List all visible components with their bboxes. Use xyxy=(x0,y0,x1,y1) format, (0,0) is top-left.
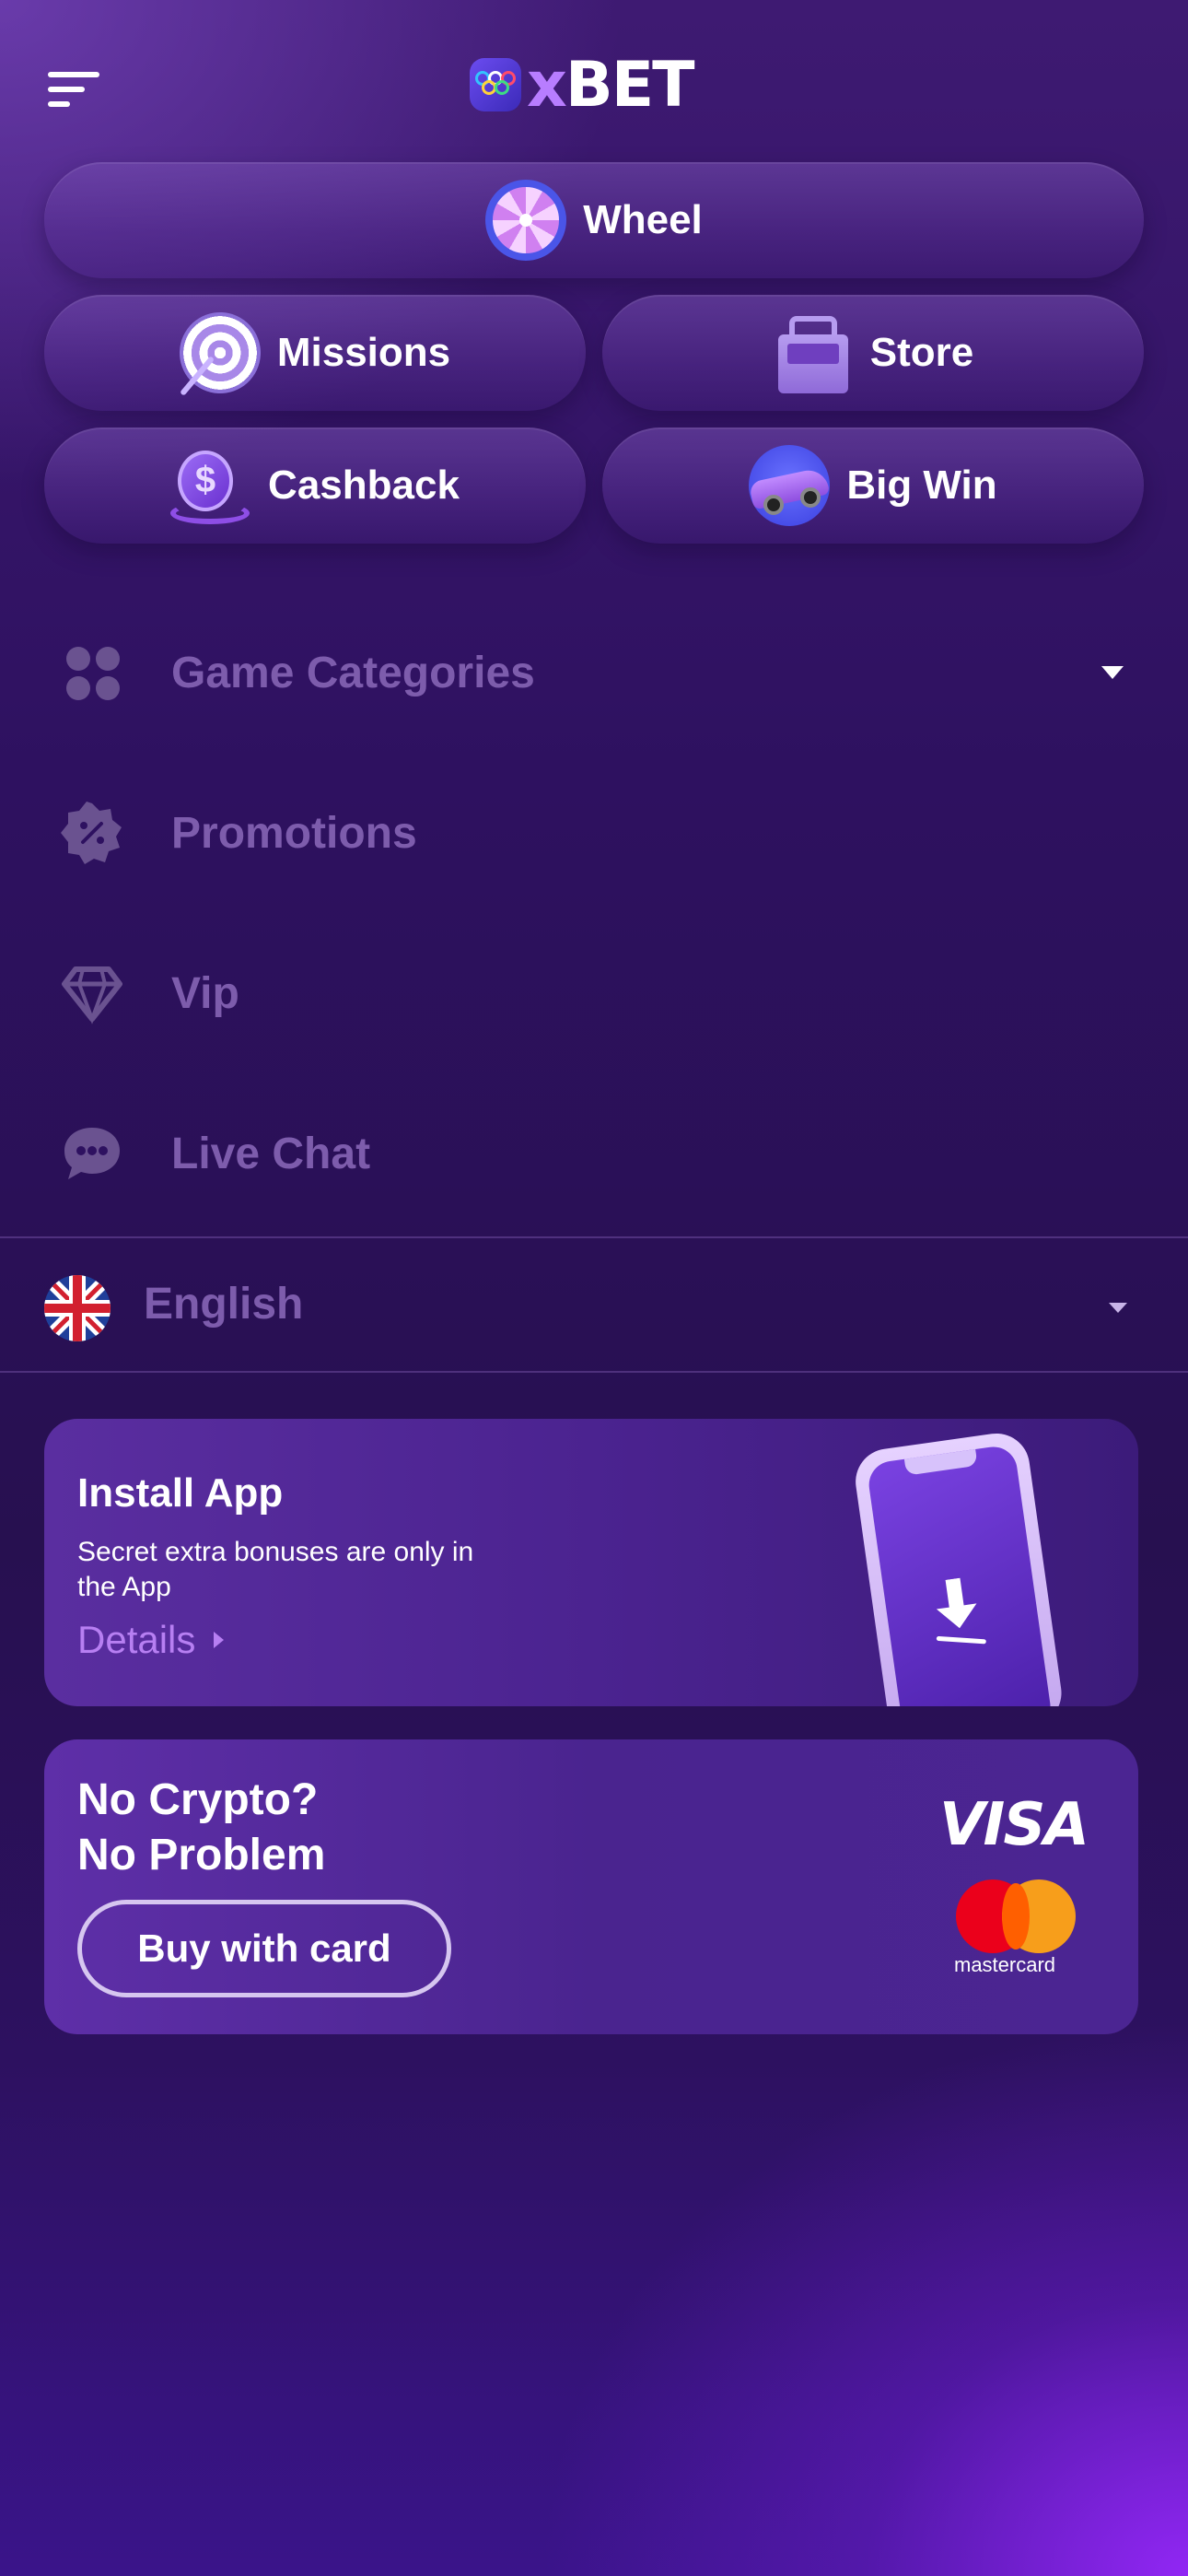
big-win-label: Big Win xyxy=(846,463,997,508)
missions-button[interactable]: Missions xyxy=(44,295,586,411)
language-label: English xyxy=(144,1280,304,1329)
install-app-title: Install App xyxy=(77,1470,284,1516)
wheel-icon xyxy=(485,180,567,261)
logo-text: xBET xyxy=(527,48,695,122)
uk-flag-icon xyxy=(44,1275,111,1341)
menu-item-game-categories[interactable]: Game Categories xyxy=(0,617,1188,728)
download-icon xyxy=(936,1577,986,1645)
install-app-card[interactable]: Install App Secret extra bonuses are onl… xyxy=(44,1419,1138,1706)
diamond-icon xyxy=(61,962,123,1025)
store-label: Store xyxy=(869,330,974,375)
header: xBET xyxy=(0,0,1188,157)
details-label: Details xyxy=(77,1618,196,1661)
crypto-title: No Crypto? No Problem xyxy=(77,1775,326,1879)
logo[interactable]: xBET xyxy=(470,48,695,122)
menu-item-label: Vip xyxy=(171,968,239,1018)
sports-car-icon xyxy=(749,445,831,526)
hamburger-menu-icon[interactable] xyxy=(48,72,103,116)
buy-with-card-button[interactable]: Buy with card xyxy=(77,1900,451,1997)
target-icon xyxy=(168,300,273,405)
caret-down-icon xyxy=(1109,1303,1127,1313)
missions-label: Missions xyxy=(276,330,451,375)
triangle-right-icon xyxy=(214,1632,225,1648)
install-app-subtitle: Secret extra bonuses are only in the App xyxy=(77,1537,474,1602)
phone-illustration-icon xyxy=(851,1427,1083,1706)
menu-item-label: Promotions xyxy=(171,808,417,858)
buy-with-card-banner: No Crypto? No Problem Buy with card VISA… xyxy=(44,1739,1138,2034)
grid-dots-icon xyxy=(61,641,123,704)
wheel-button[interactable]: Wheel xyxy=(44,162,1144,278)
menu-item-label: Live Chat xyxy=(171,1129,371,1178)
cashback-button[interactable]: Cashback xyxy=(44,427,586,544)
chevron-down-icon[interactable] xyxy=(1101,666,1124,679)
percent-badge-icon xyxy=(61,802,123,864)
visa-logo: VISA xyxy=(939,1791,1089,1859)
menu-item-promotions[interactable]: Promotions xyxy=(0,778,1188,888)
chat-bubble-icon xyxy=(61,1122,123,1185)
big-win-button[interactable]: Big Win xyxy=(602,427,1144,544)
divider xyxy=(0,1371,1188,1373)
store-button[interactable]: Store xyxy=(602,295,1144,411)
language-selector[interactable]: English xyxy=(0,1238,1188,1373)
olympic-rings-icon xyxy=(470,58,521,111)
wheel-label: Wheel xyxy=(583,197,703,242)
menu-item-vip[interactable]: Vip xyxy=(0,938,1188,1048)
store-basket-icon xyxy=(773,312,854,393)
mastercard-logo-icon xyxy=(956,1879,1085,1953)
menu-item-label: Game Categories xyxy=(171,648,535,697)
cashback-coin-icon xyxy=(170,445,251,526)
menu-item-live-chat[interactable]: Live Chat xyxy=(0,1098,1188,1209)
mastercard-label: mastercard xyxy=(954,1953,1056,1976)
details-link[interactable]: Details xyxy=(77,1618,225,1662)
cashback-label: Cashback xyxy=(268,463,460,508)
